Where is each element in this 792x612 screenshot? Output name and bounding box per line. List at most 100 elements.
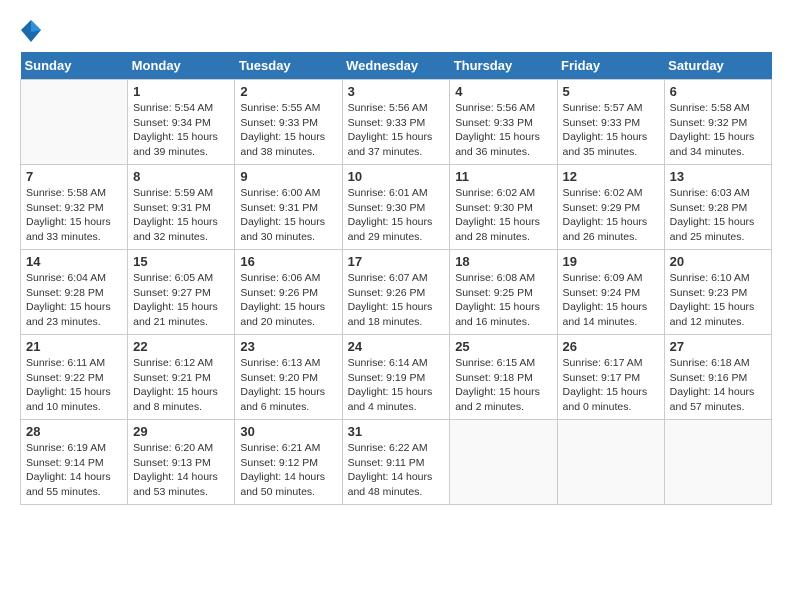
daylight-text: Daylight: 15 hours and 2 minutes. bbox=[455, 385, 551, 414]
calendar-header-row: SundayMondayTuesdayWednesdayThursdayFrid… bbox=[21, 52, 772, 80]
calendar-day-cell: 19Sunrise: 6:09 AMSunset: 9:24 PMDayligh… bbox=[557, 250, 664, 335]
day-info: Sunrise: 6:17 AMSunset: 9:17 PMDaylight:… bbox=[563, 356, 659, 415]
day-info: Sunrise: 5:58 AMSunset: 9:32 PMDaylight:… bbox=[26, 186, 122, 245]
sunset-text: Sunset: 9:27 PM bbox=[133, 286, 229, 301]
day-number: 18 bbox=[455, 254, 551, 269]
sunrise-text: Sunrise: 6:17 AM bbox=[563, 356, 659, 371]
daylight-text: Daylight: 15 hours and 39 minutes. bbox=[133, 130, 229, 159]
sunrise-text: Sunrise: 5:59 AM bbox=[133, 186, 229, 201]
daylight-text: Daylight: 15 hours and 23 minutes. bbox=[26, 300, 122, 329]
day-info: Sunrise: 6:04 AMSunset: 9:28 PMDaylight:… bbox=[26, 271, 122, 330]
sunset-text: Sunset: 9:34 PM bbox=[133, 116, 229, 131]
calendar-day-cell: 6 Sunrise: 5:58 AMSunset: 9:32 PMDaylight… bbox=[664, 80, 771, 165]
calendar-day-cell: 14 Sunrise: 6:04 AMSunset: 9:28 PMDayligh… bbox=[21, 250, 128, 335]
day-number: 14 bbox=[26, 254, 122, 269]
calendar-week-row: 21Sunrise: 6:11 AMSunset: 9:22 PMDayligh… bbox=[21, 335, 772, 420]
day-number: 27 bbox=[670, 339, 766, 354]
day-number: 4 bbox=[455, 84, 551, 99]
daylight-text: Daylight: 15 hours and 20 minutes. bbox=[240, 300, 336, 329]
daylight-text: Daylight: 15 hours and 25 minutes. bbox=[670, 215, 766, 244]
sunrise-text: Sunrise: 6:12 AM bbox=[133, 356, 229, 371]
sunset-text: Sunset: 9:30 PM bbox=[455, 201, 551, 216]
day-info: Sunrise: 6:03 AMSunset: 9:28 PMDaylight:… bbox=[670, 186, 766, 245]
day-info: Sunrise: 6:12 AMSunset: 9:21 PMDaylight:… bbox=[133, 356, 229, 415]
daylight-text: Daylight: 15 hours and 29 minutes. bbox=[348, 215, 445, 244]
day-info: Sunrise: 5:58 AMSunset: 9:32 PMDaylight:… bbox=[670, 101, 766, 160]
daylight-text: Daylight: 14 hours and 57 minutes. bbox=[670, 385, 766, 414]
sunset-text: Sunset: 9:25 PM bbox=[455, 286, 551, 301]
calendar-day-cell: 27Sunrise: 6:18 AMSunset: 9:16 PMDayligh… bbox=[664, 335, 771, 420]
daylight-text: Daylight: 15 hours and 36 minutes. bbox=[455, 130, 551, 159]
daylight-text: Daylight: 15 hours and 16 minutes. bbox=[455, 300, 551, 329]
sunrise-text: Sunrise: 6:09 AM bbox=[563, 271, 659, 286]
sunrise-text: Sunrise: 5:56 AM bbox=[348, 101, 445, 116]
day-number: 23 bbox=[240, 339, 336, 354]
day-number: 29 bbox=[133, 424, 229, 439]
daylight-text: Daylight: 14 hours and 55 minutes. bbox=[26, 470, 122, 499]
sunrise-text: Sunrise: 5:56 AM bbox=[455, 101, 551, 116]
calendar-day-cell: 7Sunrise: 5:58 AMSunset: 9:32 PMDaylight… bbox=[21, 165, 128, 250]
day-info: Sunrise: 6:10 AMSunset: 9:23 PMDaylight:… bbox=[670, 271, 766, 330]
sunset-text: Sunset: 9:26 PM bbox=[348, 286, 445, 301]
day-number: 6 bbox=[670, 84, 766, 99]
sunrise-text: Sunrise: 6:13 AM bbox=[240, 356, 336, 371]
daylight-text: Daylight: 15 hours and 30 minutes. bbox=[240, 215, 336, 244]
day-number: 21 bbox=[26, 339, 122, 354]
sunrise-text: Sunrise: 6:18 AM bbox=[670, 356, 766, 371]
calendar-day-cell: 10Sunrise: 6:01 AMSunset: 9:30 PMDayligh… bbox=[342, 165, 450, 250]
daylight-text: Daylight: 15 hours and 8 minutes. bbox=[133, 385, 229, 414]
calendar-day-cell: 20Sunrise: 6:10 AMSunset: 9:23 PMDayligh… bbox=[664, 250, 771, 335]
calendar-day-cell bbox=[450, 420, 557, 505]
sunrise-text: Sunrise: 5:57 AM bbox=[563, 101, 659, 116]
logo bbox=[20, 20, 42, 42]
calendar-day-cell: 4 Sunrise: 5:56 AMSunset: 9:33 PMDaylight… bbox=[450, 80, 557, 165]
sunrise-text: Sunrise: 6:11 AM bbox=[26, 356, 122, 371]
day-number: 28 bbox=[26, 424, 122, 439]
day-info: Sunrise: 6:02 AMSunset: 9:30 PMDaylight:… bbox=[455, 186, 551, 245]
sunset-text: Sunset: 9:12 PM bbox=[240, 456, 336, 471]
daylight-text: Daylight: 15 hours and 14 minutes. bbox=[563, 300, 659, 329]
sunset-text: Sunset: 9:11 PM bbox=[348, 456, 445, 471]
sunrise-text: Sunrise: 6:07 AM bbox=[348, 271, 445, 286]
calendar-day-cell: 22Sunrise: 6:12 AMSunset: 9:21 PMDayligh… bbox=[128, 335, 235, 420]
sunrise-text: Sunrise: 6:05 AM bbox=[133, 271, 229, 286]
day-number: 15 bbox=[133, 254, 229, 269]
day-info: Sunrise: 6:19 AMSunset: 9:14 PMDaylight:… bbox=[26, 441, 122, 500]
sunrise-text: Sunrise: 6:02 AM bbox=[563, 186, 659, 201]
daylight-text: Daylight: 15 hours and 28 minutes. bbox=[455, 215, 551, 244]
sunrise-text: Sunrise: 5:58 AM bbox=[26, 186, 122, 201]
calendar-day-cell bbox=[557, 420, 664, 505]
sunset-text: Sunset: 9:31 PM bbox=[240, 201, 336, 216]
day-info: Sunrise: 6:06 AMSunset: 9:26 PMDaylight:… bbox=[240, 271, 336, 330]
day-info: Sunrise: 5:55 AMSunset: 9:33 PMDaylight:… bbox=[240, 101, 336, 160]
sunset-text: Sunset: 9:33 PM bbox=[563, 116, 659, 131]
sunset-text: Sunset: 9:33 PM bbox=[348, 116, 445, 131]
sunset-text: Sunset: 9:19 PM bbox=[348, 371, 445, 386]
calendar-day-cell: 3 Sunrise: 5:56 AMSunset: 9:33 PMDaylight… bbox=[342, 80, 450, 165]
day-number: 12 bbox=[563, 169, 659, 184]
day-number: 25 bbox=[455, 339, 551, 354]
day-number: 13 bbox=[670, 169, 766, 184]
sunset-text: Sunset: 9:26 PM bbox=[240, 286, 336, 301]
day-number: 16 bbox=[240, 254, 336, 269]
day-number: 24 bbox=[348, 339, 445, 354]
day-of-week-header: Wednesday bbox=[342, 52, 450, 80]
day-info: Sunrise: 5:54 AMSunset: 9:34 PMDaylight:… bbox=[133, 101, 229, 160]
sunrise-text: Sunrise: 6:22 AM bbox=[348, 441, 445, 456]
day-info: Sunrise: 6:00 AMSunset: 9:31 PMDaylight:… bbox=[240, 186, 336, 245]
day-number: 1 bbox=[133, 84, 229, 99]
calendar-week-row: 28 Sunrise: 6:19 AMSunset: 9:14 PMDayligh… bbox=[21, 420, 772, 505]
day-info: Sunrise: 5:56 AMSunset: 9:33 PMDaylight:… bbox=[348, 101, 445, 160]
day-info: Sunrise: 6:05 AMSunset: 9:27 PMDaylight:… bbox=[133, 271, 229, 330]
calendar-day-cell: 8Sunrise: 5:59 AMSunset: 9:31 PMDaylight… bbox=[128, 165, 235, 250]
day-number: 3 bbox=[348, 84, 445, 99]
page-header bbox=[20, 20, 772, 42]
sunset-text: Sunset: 9:32 PM bbox=[26, 201, 122, 216]
day-info: Sunrise: 6:09 AMSunset: 9:24 PMDaylight:… bbox=[563, 271, 659, 330]
day-of-week-header: Thursday bbox=[450, 52, 557, 80]
daylight-text: Daylight: 14 hours and 48 minutes. bbox=[348, 470, 445, 499]
day-info: Sunrise: 5:56 AMSunset: 9:33 PMDaylight:… bbox=[455, 101, 551, 160]
calendar-day-cell: 26Sunrise: 6:17 AMSunset: 9:17 PMDayligh… bbox=[557, 335, 664, 420]
sunset-text: Sunset: 9:28 PM bbox=[670, 201, 766, 216]
daylight-text: Daylight: 15 hours and 21 minutes. bbox=[133, 300, 229, 329]
